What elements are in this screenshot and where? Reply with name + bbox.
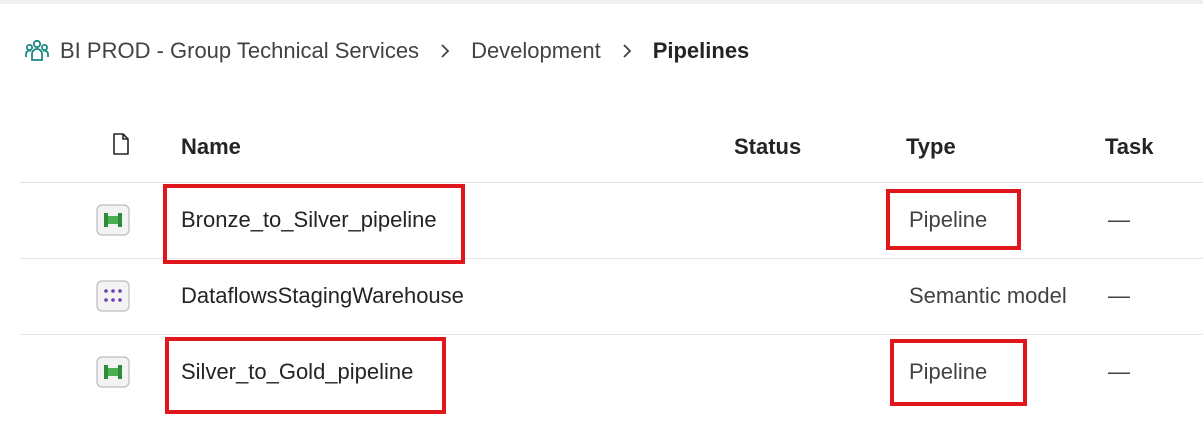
breadcrumb: BI PROD - Group Technical Services Devel… xyxy=(24,34,749,68)
table-row[interactable]: Bronze_to_Silver_pipeline Pipeline — xyxy=(20,183,1203,259)
column-header-task[interactable]: Task xyxy=(1105,134,1154,160)
item-name[interactable]: Bronze_to_Silver_pipeline xyxy=(181,207,437,233)
item-type: Semantic model xyxy=(909,283,1067,308)
column-header-status[interactable]: Status xyxy=(734,134,801,160)
chevron-right-icon xyxy=(621,43,633,59)
pipeline-icon xyxy=(96,204,130,236)
item-task: — xyxy=(1108,207,1130,232)
item-name[interactable]: Silver_to_Gold_pipeline xyxy=(181,359,413,385)
breadcrumb-folder[interactable]: Development xyxy=(471,38,601,64)
workspace-people-icon xyxy=(25,39,49,61)
pipeline-icon xyxy=(96,356,130,388)
semantic-model-icon xyxy=(96,280,130,312)
chevron-right-icon xyxy=(439,43,451,59)
item-name[interactable]: DataflowsStagingWarehouse xyxy=(181,283,464,309)
item-task: — xyxy=(1108,283,1130,308)
item-type: Pipeline xyxy=(909,359,988,384)
column-header-name[interactable]: Name xyxy=(181,134,241,160)
table-header: Name Status Type Task xyxy=(20,112,1203,183)
item-type: Pipeline xyxy=(909,207,988,232)
item-task: — xyxy=(1108,359,1130,384)
column-header-type[interactable]: Type xyxy=(906,134,956,160)
document-icon xyxy=(113,133,129,155)
table-row[interactable]: DataflowsStagingWarehouse Semantic model… xyxy=(20,259,1203,335)
breadcrumb-current: Pipelines xyxy=(652,38,750,63)
items-table: Name Status Type Task Bronze_to_Silver_p… xyxy=(20,112,1203,410)
breadcrumb-workspace[interactable]: BI PROD - Group Technical Services xyxy=(60,38,419,64)
top-divider xyxy=(0,0,1203,4)
table-row[interactable]: Silver_to_Gold_pipeline Pipeline — xyxy=(20,335,1203,410)
